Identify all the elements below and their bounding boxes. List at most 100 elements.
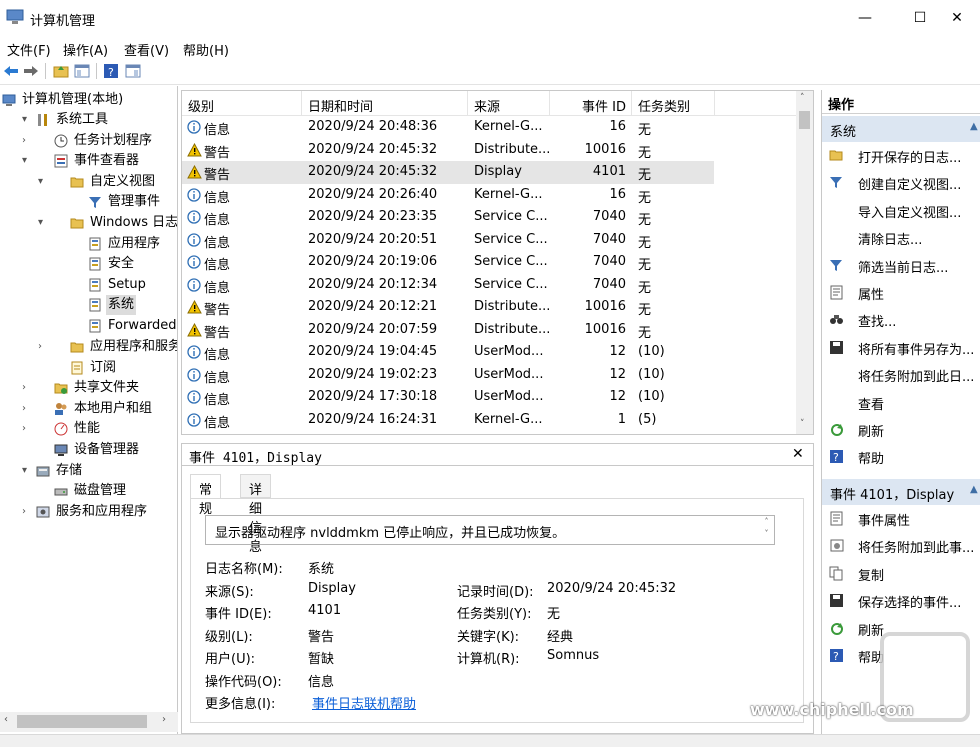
collapsed-arrow-icon[interactable]: › bbox=[38, 337, 48, 357]
scroll-left-icon[interactable]: ‹ bbox=[4, 714, 8, 725]
menu-action[interactable]: 操作(A) bbox=[63, 40, 108, 59]
table-row[interactable]: 警告 2020/9/24 20:45:32 Distribute... 10016 无 bbox=[182, 139, 714, 162]
table-row[interactable]: 信息 2020/9/24 20:12:34 Service C... 7040 无 bbox=[182, 274, 714, 297]
table-row[interactable]: 信息 2020/9/24 20:23:35 Service C... 7040 无 bbox=[182, 206, 714, 229]
collapse-icon[interactable]: ▲ bbox=[970, 121, 978, 132]
expanded-arrow-icon[interactable]: ▾ bbox=[22, 151, 32, 171]
tree-item[interactable]: ▾ 存储 bbox=[0, 461, 177, 481]
action-item[interactable]: 查找... bbox=[822, 309, 980, 331]
tree-item[interactable]: 系统 bbox=[0, 295, 177, 315]
table-row[interactable]: 信息 2020/9/24 19:04:45 UserMod... 12 (10) bbox=[182, 341, 714, 364]
row-datetime: 2020/9/24 20:45:32 bbox=[308, 141, 438, 157]
table-row[interactable]: 信息 2020/9/24 16:24:31 Kernel-G... 1 (5) bbox=[182, 409, 714, 432]
table-row[interactable]: 信息 2020/9/24 20:26:40 Kernel-G... 16 无 bbox=[182, 184, 714, 207]
action-item[interactable]: 保存选择的事件... bbox=[822, 590, 980, 612]
tree-item[interactable]: 设备管理器 bbox=[0, 440, 177, 460]
scroll-up-icon[interactable]: ˄ bbox=[800, 93, 805, 103]
tab-details[interactable]: 详细信息 bbox=[240, 474, 272, 555]
action-item[interactable]: 将任务附加到此事... bbox=[822, 535, 980, 557]
menu-file[interactable]: 文件(F) bbox=[7, 40, 51, 59]
action-item[interactable]: 刷新 bbox=[822, 419, 980, 441]
tree-item[interactable]: 应用程序 bbox=[0, 234, 177, 254]
close-button[interactable]: ✕ bbox=[934, 0, 980, 36]
collapsed-arrow-icon[interactable]: › bbox=[22, 131, 32, 151]
tree-item[interactable]: ▾ Windows 日志 bbox=[0, 213, 177, 233]
online-help-link[interactable]: 事件日志联机帮助 bbox=[312, 693, 416, 712]
table-row[interactable]: 警告 2020/9/24 20:12:21 Distribute... 10016 无 bbox=[182, 296, 714, 319]
up-folder-icon[interactable] bbox=[52, 62, 70, 80]
table-row[interactable]: 警告 2020/9/24 20:45:32 Display 4101 无 bbox=[182, 161, 714, 184]
minimize-button[interactable]: — bbox=[842, 0, 888, 36]
list-vertical-scrollbar[interactable]: ˄ ˅ bbox=[796, 91, 813, 434]
action-item[interactable]: 复制 bbox=[822, 563, 980, 585]
menu-view[interactable]: 查看(V) bbox=[124, 40, 169, 59]
tree-item[interactable]: ▾ 自定义视图 bbox=[0, 172, 177, 192]
tab-general[interactable]: 常规 bbox=[190, 474, 222, 517]
table-row[interactable]: 信息 2020/9/24 20:48:36 Kernel-G... 16 无 bbox=[182, 116, 714, 139]
column-datetime[interactable]: 日期和时间 bbox=[308, 96, 373, 115]
help-icon[interactable]: ? bbox=[102, 62, 120, 80]
action-item[interactable]: 打开保存的日志... bbox=[822, 145, 980, 167]
action-item[interactable]: ? 帮助 bbox=[822, 446, 980, 468]
tree-item-label: 应用程序和服务日 bbox=[90, 339, 177, 354]
table-row[interactable]: 信息 2020/9/24 20:19:06 Service C... 7040 无 bbox=[182, 251, 714, 274]
action-item[interactable]: 将任务附加到此日... bbox=[822, 364, 980, 386]
tree-item[interactable]: ▾ 事件查看器 bbox=[0, 151, 177, 171]
column-event-id[interactable]: 事件 ID bbox=[582, 96, 626, 115]
tree-item[interactable]: › 服务和应用程序 bbox=[0, 502, 177, 522]
show-hide-console-tree-icon[interactable] bbox=[73, 62, 91, 80]
tree-item[interactable]: Setup bbox=[0, 275, 177, 295]
menu-help[interactable]: 帮助(H) bbox=[183, 40, 229, 59]
action-item[interactable]: 筛选当前日志... bbox=[822, 255, 980, 277]
tree-item[interactable]: › 应用程序和服务日 bbox=[0, 337, 177, 357]
tree-item[interactable]: › 性能 bbox=[0, 419, 177, 439]
close-icon[interactable]: ✕ bbox=[792, 446, 804, 462]
tree-item[interactable]: › 本地用户和组 bbox=[0, 399, 177, 419]
row-event-id: 12 bbox=[609, 389, 626, 404]
tree-item[interactable]: › 共享文件夹 bbox=[0, 378, 177, 398]
tree-item[interactable]: 订阅 bbox=[0, 358, 177, 378]
scroll-down-icon[interactable]: ˅ bbox=[800, 419, 805, 429]
column-task-category[interactable]: 任务类别 bbox=[638, 96, 690, 115]
show-hide-action-pane-icon[interactable] bbox=[124, 62, 142, 80]
back-icon[interactable] bbox=[2, 62, 20, 80]
action-item[interactable]: 事件属性 bbox=[822, 508, 980, 530]
tree-item[interactable]: 管理事件 bbox=[0, 192, 177, 212]
action-item[interactable]: 查看 bbox=[822, 392, 980, 414]
tree-horizontal-scrollbar[interactable]: ‹ › bbox=[0, 712, 178, 732]
column-level[interactable]: 级别 bbox=[188, 96, 214, 115]
collapsed-arrow-icon[interactable]: › bbox=[22, 378, 32, 398]
table-row[interactable]: 警告 2020/9/24 20:07:59 Distribute... 10016 无 bbox=[182, 319, 714, 342]
tree-item[interactable]: › 任务计划程序 bbox=[0, 131, 177, 151]
expanded-arrow-icon[interactable]: ▾ bbox=[22, 110, 32, 130]
action-item[interactable]: 将所有事件另存为... bbox=[822, 337, 980, 359]
message-scroll-arrows[interactable]: ˄ ˅ bbox=[759, 516, 774, 544]
collapsed-arrow-icon[interactable]: › bbox=[22, 419, 32, 439]
table-row[interactable]: 信息 2020/9/24 17:30:18 UserMod... 12 (10) bbox=[182, 386, 714, 409]
tree-item[interactable]: ▾ 系统工具 bbox=[0, 110, 177, 130]
action-group-header[interactable]: 系统 ▲ bbox=[822, 116, 980, 142]
action-item[interactable]: 导入自定义视图... bbox=[822, 200, 980, 222]
expanded-arrow-icon[interactable]: ▾ bbox=[22, 461, 32, 481]
column-source[interactable]: 来源 bbox=[474, 96, 500, 115]
collapsed-arrow-icon[interactable]: › bbox=[22, 502, 32, 522]
expanded-arrow-icon[interactable]: ▾ bbox=[38, 213, 48, 233]
row-task-category: 无 bbox=[638, 235, 652, 251]
scroll-thumb[interactable] bbox=[799, 111, 810, 129]
scroll-thumb[interactable] bbox=[17, 715, 147, 728]
action-item[interactable]: 创建自定义视图... bbox=[822, 172, 980, 194]
expanded-arrow-icon[interactable]: ▾ bbox=[38, 172, 48, 192]
tree-item[interactable]: Forwarded Ev bbox=[0, 316, 177, 336]
table-row[interactable]: 信息 2020/9/24 20:20:51 Service C... 7040 无 bbox=[182, 229, 714, 252]
tree-item[interactable]: 计算机管理(本地) bbox=[0, 90, 177, 110]
tree-item[interactable]: 磁盘管理 bbox=[0, 481, 177, 501]
action-group-header[interactable]: 事件 4101，Display ▲ bbox=[822, 479, 980, 505]
action-item[interactable]: 清除日志... bbox=[822, 227, 980, 249]
collapsed-arrow-icon[interactable]: › bbox=[22, 399, 32, 419]
table-row[interactable]: 信息 2020/9/24 19:02:23 UserMod... 12 (10) bbox=[182, 364, 714, 387]
tree-item[interactable]: 安全 bbox=[0, 254, 177, 274]
scroll-right-icon[interactable]: › bbox=[162, 714, 166, 725]
action-item[interactable]: 属性 bbox=[822, 282, 980, 304]
forward-icon[interactable] bbox=[22, 62, 40, 80]
collapse-icon[interactable]: ▲ bbox=[970, 484, 978, 495]
